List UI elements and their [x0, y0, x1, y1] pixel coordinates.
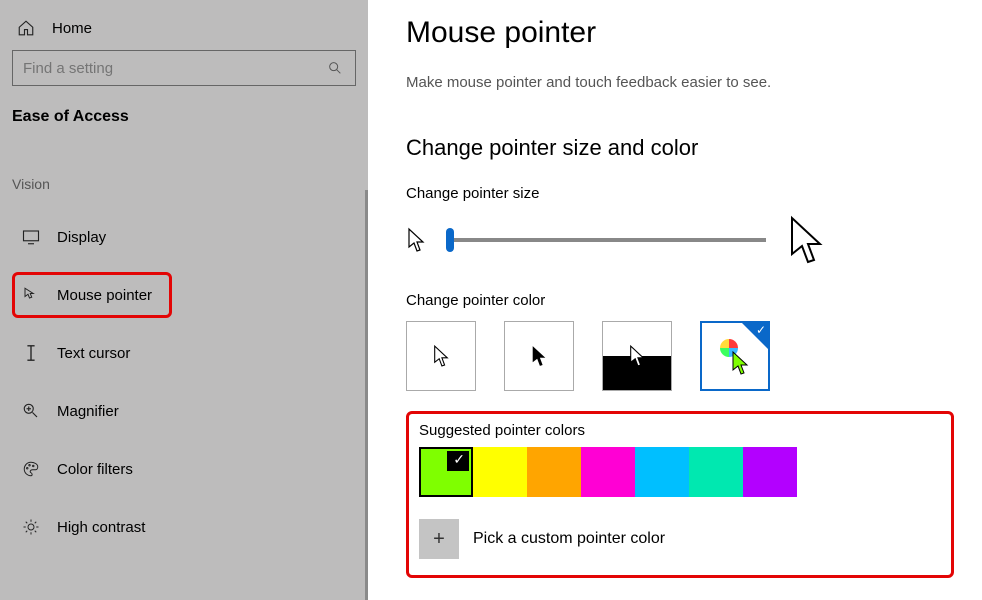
- magnifier-icon: [21, 401, 41, 421]
- cursor-small-icon: [406, 227, 426, 253]
- palette-icon: [21, 459, 41, 479]
- pointer-color-inverted[interactable]: [602, 321, 672, 391]
- pointer-color-black[interactable]: [504, 321, 574, 391]
- swatch-skyblue[interactable]: [635, 447, 689, 497]
- page-subtext: Make mouse pointer and touch feedback ea…: [406, 74, 954, 91]
- sidebar-item-label: Magnifier: [57, 403, 119, 420]
- suggested-swatches: ✓: [419, 447, 941, 497]
- swatch-teal[interactable]: [689, 447, 743, 497]
- pick-custom-color-label: Pick a custom pointer color: [473, 530, 665, 548]
- sidebar-item-text-cursor[interactable]: Text cursor: [12, 330, 172, 376]
- brightness-icon: [21, 517, 41, 537]
- text-cursor-icon: [21, 343, 41, 363]
- home-nav[interactable]: Home: [12, 10, 356, 50]
- sidebar-scrollbar[interactable]: [365, 190, 368, 600]
- category-label: Ease of Access: [12, 108, 356, 126]
- sidebar-item-mouse-pointer[interactable]: Mouse pointer: [12, 272, 172, 318]
- pointer-size-label: Change pointer size: [406, 185, 954, 202]
- group-label: Vision: [12, 176, 356, 192]
- page-title: Mouse pointer: [406, 16, 954, 50]
- pointer-color-white[interactable]: [406, 321, 476, 391]
- sidebar-item-high-contrast[interactable]: High contrast: [12, 504, 172, 550]
- pointer-size-slider[interactable]: [446, 238, 766, 242]
- pick-custom-color[interactable]: + Pick a custom pointer color: [419, 519, 941, 559]
- section-heading: Change pointer size and color: [406, 135, 954, 161]
- pointer-color-label: Change pointer color: [406, 292, 954, 309]
- swatch-orange[interactable]: [527, 447, 581, 497]
- home-label: Home: [52, 20, 92, 37]
- sidebar-item-label: High contrast: [57, 519, 145, 536]
- search-icon: [325, 58, 345, 78]
- cursor-large-icon: [786, 214, 826, 266]
- pointer-color-custom[interactable]: [700, 321, 770, 391]
- sidebar-item-magnifier[interactable]: Magnifier: [12, 388, 172, 434]
- search-input[interactable]: [23, 60, 325, 77]
- pointer-size-slider-row: [406, 214, 954, 266]
- main-content: Mouse pointer Make mouse pointer and tou…: [368, 0, 982, 600]
- suggested-colors-block: Suggested pointer colors ✓ + Pick a cust…: [406, 411, 954, 578]
- check-icon: [742, 323, 768, 349]
- swatch-purple[interactable]: [743, 447, 797, 497]
- monitor-icon: [21, 227, 41, 247]
- search-box[interactable]: [12, 50, 356, 86]
- sidebar-item-label: Color filters: [57, 461, 133, 478]
- plus-icon: +: [419, 519, 459, 559]
- sidebar-item-color-filters[interactable]: Color filters: [12, 446, 172, 492]
- swatch-magenta[interactable]: [581, 447, 635, 497]
- pointer-size-thumb[interactable]: [446, 228, 454, 252]
- sidebar-item-label: Mouse pointer: [57, 287, 152, 304]
- sidebar-item-label: Display: [57, 229, 106, 246]
- sidebar-item-label: Text cursor: [57, 345, 130, 362]
- sidebar-item-display[interactable]: Display: [12, 214, 172, 260]
- suggested-colors-label: Suggested pointer colors: [419, 422, 941, 439]
- cursor-hand-icon: [21, 285, 41, 305]
- home-icon: [16, 18, 36, 38]
- swatch-yellow[interactable]: [473, 447, 527, 497]
- pointer-color-options: [406, 321, 954, 391]
- settings-sidebar: Home Ease of Access Vision Display Mouse…: [0, 0, 368, 600]
- swatch-lime[interactable]: ✓: [419, 447, 473, 497]
